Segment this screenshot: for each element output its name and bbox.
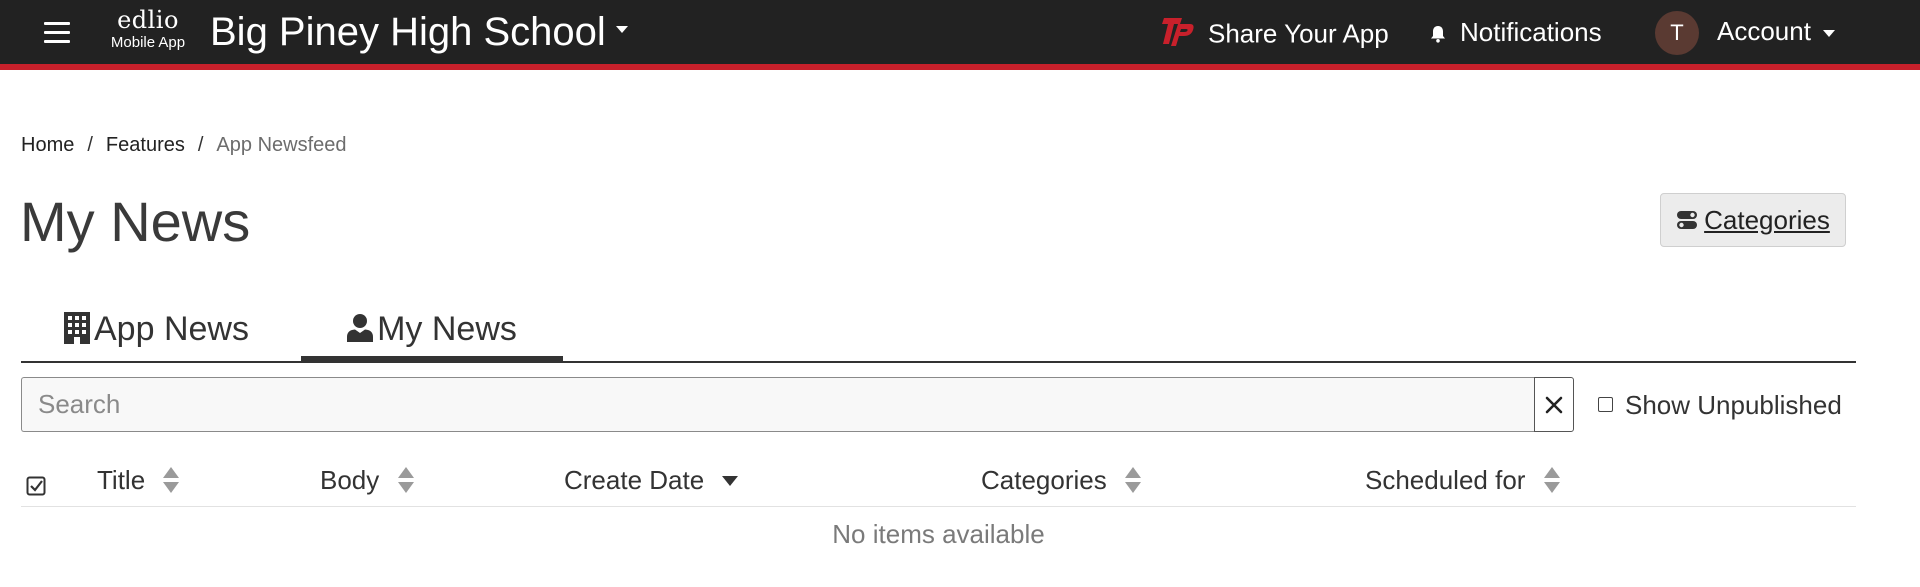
page-title: My News: [20, 190, 251, 253]
chevron-down-icon: [1822, 29, 1835, 37]
breadcrumb: Home / Features / App Newsfeed: [21, 131, 347, 159]
chevron-down-icon: [615, 25, 628, 33]
tab-app-news-label: App News: [94, 310, 249, 348]
brand-subtitle: Mobile App: [110, 34, 186, 51]
empty-table-message: No items available: [832, 519, 1045, 549]
breadcrumb-separator: /: [197, 134, 204, 156]
categories-button-label: Categories: [1704, 204, 1830, 235]
close-icon: [1545, 396, 1563, 413]
brand-name: edlio: [117, 6, 179, 34]
avatar: T: [1655, 11, 1699, 55]
column-header-create-date[interactable]: Create Date: [564, 464, 739, 496]
menu-icon[interactable]: [44, 22, 70, 44]
notifications-label: Notifications: [1460, 17, 1602, 47]
account-label: Account: [1717, 15, 1811, 46]
sort-icon: [163, 467, 180, 494]
top-navbar: edlio Mobile App Big Piney High School S…: [0, 0, 1920, 70]
select-all-checkbox[interactable]: [26, 471, 46, 503]
breadcrumb-current: App Newsfeed: [216, 134, 347, 156]
column-header-body[interactable]: Body: [320, 464, 415, 496]
notifications-link[interactable]: Notifications: [1430, 14, 1602, 50]
table-header: Title Body Create Date Categories Schedu…: [21, 456, 1856, 507]
user-icon: [347, 314, 374, 343]
breadcrumb-features[interactable]: Features: [106, 134, 185, 156]
search-group: [21, 377, 1574, 432]
column-header-title[interactable]: Title: [97, 464, 180, 496]
column-header-scheduled-for[interactable]: Scheduled for: [1365, 464, 1561, 496]
column-body-label: Body: [320, 465, 380, 495]
edlio-logo[interactable]: edlio Mobile App: [100, 6, 196, 52]
clear-search-button[interactable]: [1534, 377, 1574, 432]
column-scheduled-for-label: Scheduled for: [1365, 465, 1526, 495]
categories-button[interactable]: Categories: [1660, 193, 1846, 247]
column-create-date-label: Create Date: [564, 465, 705, 495]
show-unpublished-label: Show Unpublished: [1625, 390, 1842, 420]
show-unpublished-toggle[interactable]: Show Unpublished: [1598, 389, 1842, 421]
sort-icon: [1124, 467, 1141, 494]
news-tabs: App News My News: [21, 300, 1856, 363]
sort-desc-icon: [722, 476, 739, 487]
school-selector[interactable]: Big Piney High School: [210, 8, 628, 56]
tab-app-news[interactable]: App News: [64, 300, 249, 361]
breadcrumb-separator: /: [87, 134, 93, 156]
column-categories-label: Categories: [981, 465, 1107, 495]
tab-my-news[interactable]: My News: [301, 300, 563, 363]
column-header-categories[interactable]: Categories: [981, 464, 1142, 496]
checkbox-checked-icon: [26, 476, 46, 496]
account-menu[interactable]: T Account: [1655, 11, 1835, 55]
share-app-link[interactable]: Share Your App: [1160, 14, 1389, 57]
bell-icon: [1431, 26, 1445, 43]
tab-my-news-label: My News: [377, 310, 517, 348]
school-name: Big Piney High School: [210, 10, 606, 54]
share-app-label: Share Your App: [1208, 18, 1389, 49]
active-tab-indicator: [301, 356, 563, 363]
breadcrumb-home[interactable]: Home: [21, 134, 74, 156]
search-input[interactable]: [21, 377, 1535, 432]
building-icon: [64, 312, 90, 345]
sort-icon: [397, 467, 414, 494]
sort-icon: [1543, 467, 1560, 494]
share-app-icon: [1160, 14, 1196, 57]
column-title-label: Title: [97, 465, 146, 495]
toggles-icon: [1677, 211, 1698, 229]
show-unpublished-checkbox[interactable]: [1598, 396, 1613, 412]
